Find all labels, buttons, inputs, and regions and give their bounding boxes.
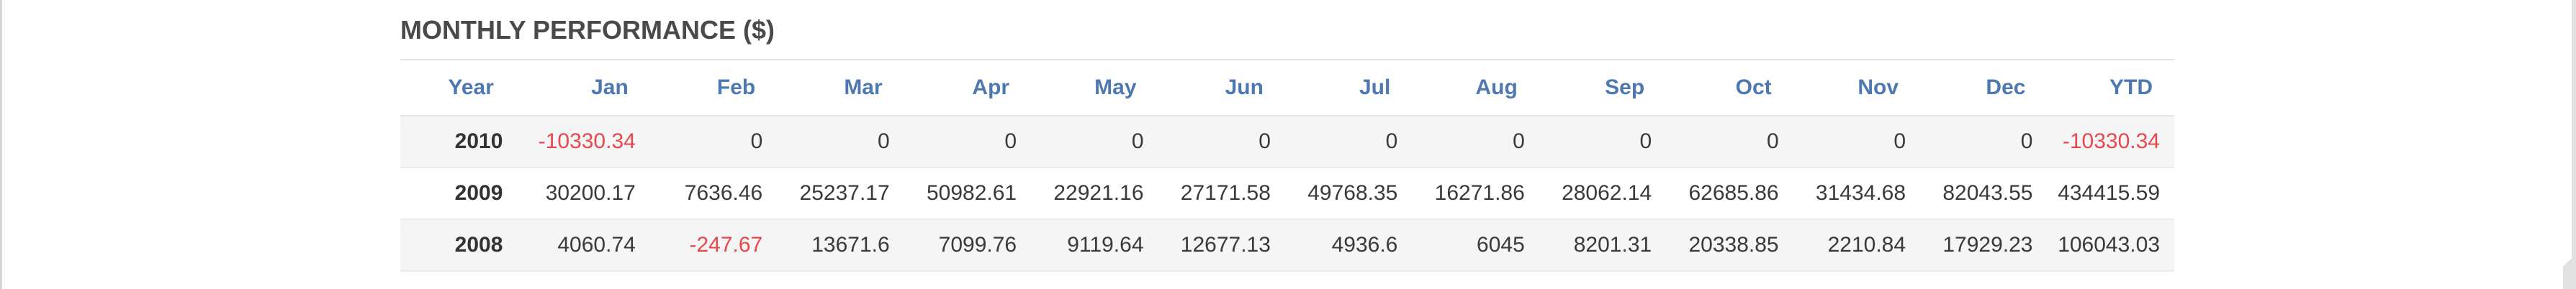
- column-header-dec: Dec: [1920, 60, 2048, 116]
- left-window-border: [0, 0, 2, 289]
- value-cell-may: 9119.64: [1031, 219, 1158, 272]
- value-cell-aug: 0: [1412, 116, 1539, 168]
- value-cell-dec: 0: [1920, 116, 2048, 168]
- value-cell-jul: 4936.6: [1284, 219, 1413, 272]
- value-cell-jul: 49768.35: [1284, 168, 1413, 220]
- value-cell-aug: 16271.86: [1412, 168, 1539, 220]
- value-cell-feb: 0: [649, 116, 778, 168]
- column-header-mar: Mar: [777, 60, 904, 116]
- column-header-ytd: YTD: [2047, 60, 2174, 116]
- value-cell-may: 0: [1031, 116, 1158, 168]
- window-frame: MONTHLY PERFORMANCE ($) Year Jan Feb Mar…: [0, 0, 2576, 289]
- monthly-performance-panel: MONTHLY PERFORMANCE ($) Year Jan Feb Mar…: [400, 13, 2174, 272]
- value-cell-dec: 82043.55: [1920, 168, 2048, 220]
- value-cell-nov: 2210.84: [1793, 219, 1921, 272]
- value-cell-jan: -10330.34: [523, 116, 650, 168]
- column-header-apr: Apr: [904, 60, 1032, 116]
- value-cell-nov: 31434.68: [1793, 168, 1921, 220]
- column-header-sep: Sep: [1539, 60, 1667, 116]
- column-header-oct: Oct: [1666, 60, 1793, 116]
- year-cell: 2008: [400, 219, 523, 272]
- value-cell-oct: 62685.86: [1666, 168, 1793, 220]
- value-cell-sep: 0: [1539, 116, 1667, 168]
- value-cell-apr: 7099.76: [904, 219, 1032, 272]
- value-cell-mar: 13671.6: [777, 219, 904, 272]
- column-header-may: May: [1031, 60, 1158, 116]
- table-header-row: Year Jan Feb Mar Apr May Jun Jul Aug Sep…: [400, 60, 2174, 116]
- value-cell-sep: 8201.31: [1539, 219, 1667, 272]
- column-header-jun: Jun: [1158, 60, 1285, 116]
- value-cell-aug: 6045: [1412, 219, 1539, 272]
- value-cell-oct: 20338.85: [1666, 219, 1793, 272]
- value-cell-ytd: 106043.03: [2047, 219, 2174, 272]
- value-cell-jun: 12677.13: [1158, 219, 1285, 272]
- value-cell-sep: 28062.14: [1539, 168, 1667, 220]
- table-row-2008: 2008 4060.74 -247.67 13671.6 7099.76 911…: [400, 219, 2174, 272]
- column-header-aug: Aug: [1412, 60, 1539, 116]
- value-cell-ytd: -10330.34: [2047, 116, 2174, 168]
- table-row-2009: 2009 30200.17 7636.46 25237.17 50982.61 …: [400, 168, 2174, 220]
- column-header-feb: Feb: [649, 60, 778, 116]
- year-cell: 2010: [400, 116, 523, 168]
- resize-corner[interactable]: [2563, 237, 2576, 289]
- value-cell-feb: 7636.46: [649, 168, 778, 220]
- value-cell-jul: 0: [1284, 116, 1413, 168]
- value-cell-jan: 30200.17: [523, 168, 650, 220]
- value-cell-jun: 27171.58: [1158, 168, 1285, 220]
- value-cell-apr: 50982.61: [904, 168, 1032, 220]
- column-header-jan: Jan: [523, 60, 650, 116]
- value-cell-oct: 0: [1666, 116, 1793, 168]
- value-cell-mar: 0: [777, 116, 904, 168]
- value-cell-jan: 4060.74: [523, 219, 650, 272]
- column-header-year: Year: [400, 60, 523, 116]
- table-row-2010: 2010 -10330.34 0 0 0 0 0 0 0 0 0 0 0 -10…: [400, 116, 2174, 168]
- column-header-nov: Nov: [1793, 60, 1921, 116]
- value-cell-nov: 0: [1793, 116, 1921, 168]
- monthly-performance-table: Year Jan Feb Mar Apr May Jun Jul Aug Sep…: [400, 59, 2174, 272]
- value-cell-apr: 0: [904, 116, 1032, 168]
- value-cell-feb: -247.67: [649, 219, 778, 272]
- column-header-jul: Jul: [1284, 60, 1413, 116]
- value-cell-dec: 17929.23: [1920, 219, 2048, 272]
- year-cell: 2009: [400, 168, 523, 220]
- value-cell-jun: 0: [1158, 116, 1285, 168]
- panel-title: MONTHLY PERFORMANCE ($): [400, 15, 775, 45]
- value-cell-may: 22921.16: [1031, 168, 1158, 220]
- value-cell-ytd: 434415.59: [2047, 168, 2174, 220]
- value-cell-mar: 25237.17: [777, 168, 904, 220]
